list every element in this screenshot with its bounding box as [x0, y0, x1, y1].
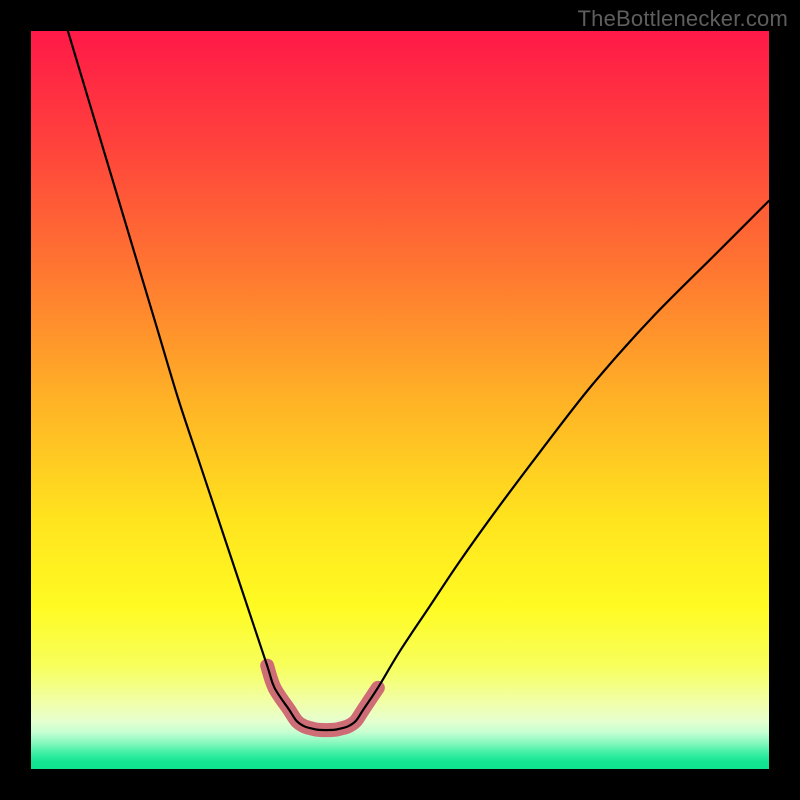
- bottleneck-curve: [31, 31, 769, 769]
- chart-frame: TheBottlenecker.com: [0, 0, 800, 800]
- watermark-text: TheBottlenecker.com: [578, 6, 788, 32]
- plot-area: [31, 31, 769, 769]
